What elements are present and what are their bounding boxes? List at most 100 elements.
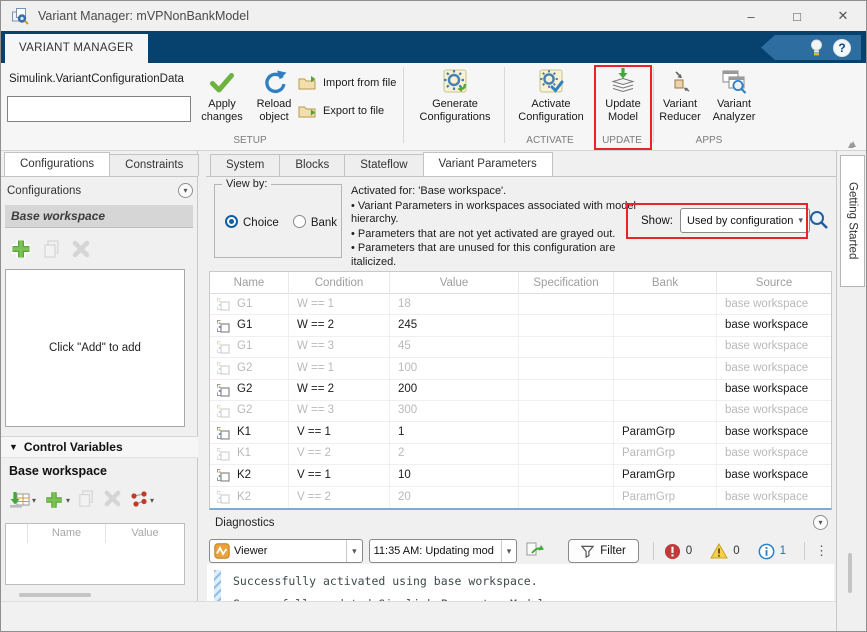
- param-cell-name[interactable]: K1: [210, 422, 289, 442]
- param-table-row[interactable]: K2V == 110ParamGrpbase workspace: [210, 465, 831, 486]
- param-table-row[interactable]: K2V == 220ParamGrpbase workspace: [210, 487, 831, 508]
- col-specification[interactable]: Specification: [519, 272, 614, 294]
- collapse-panel-icon[interactable]: ▲: [846, 140, 856, 151]
- lightbulb-icon[interactable]: [810, 39, 823, 57]
- param-cell-value[interactable]: 1: [390, 422, 519, 442]
- param-cell-specification[interactable]: [519, 358, 614, 378]
- param-cell-specification[interactable]: [519, 315, 614, 335]
- tab-blocks[interactable]: Blocks: [279, 154, 345, 176]
- tab-configurations[interactable]: Configurations: [4, 152, 110, 176]
- control-variables-header[interactable]: ▼ Control Variables: [1, 436, 198, 458]
- param-cell-specification[interactable]: [519, 444, 614, 464]
- info-count-badge[interactable]: 1: [758, 543, 786, 560]
- export-diagnostics-button[interactable]: [525, 541, 544, 561]
- radio-choice[interactable]: Choice: [225, 215, 279, 229]
- param-cell-value[interactable]: 300: [390, 401, 519, 421]
- param-cell-condition[interactable]: W == 1: [289, 358, 390, 378]
- param-cell-bank[interactable]: ParamGrp: [614, 444, 717, 464]
- copy-configuration-button[interactable]: [42, 239, 62, 262]
- add-configuration-button[interactable]: [9, 237, 33, 264]
- param-cell-name[interactable]: G2: [210, 401, 289, 421]
- tab-system[interactable]: System: [210, 154, 280, 176]
- param-cell-value[interactable]: 245: [390, 315, 519, 335]
- param-cell-bank[interactable]: ParamGrp: [614, 422, 717, 442]
- delete-configuration-button[interactable]: [71, 239, 91, 262]
- param-cell-name[interactable]: K2: [210, 465, 289, 485]
- col-condition[interactable]: Condition: [289, 272, 390, 294]
- maximize-button[interactable]: □: [774, 1, 820, 31]
- param-cell-condition[interactable]: W == 2: [289, 315, 390, 335]
- generate-configurations-button[interactable]: Generate Configurations: [407, 65, 503, 137]
- kebab-menu-icon[interactable]: ⋮: [811, 546, 832, 556]
- minimize-button[interactable]: –: [728, 1, 774, 31]
- param-cell-source[interactable]: base workspace: [717, 444, 831, 464]
- activate-configuration-button[interactable]: Activate Configuration: [508, 65, 594, 137]
- param-cell-condition[interactable]: V == 1: [289, 465, 390, 485]
- param-cell-bank[interactable]: [614, 358, 717, 378]
- col-name[interactable]: Name: [210, 272, 289, 294]
- param-cell-value[interactable]: 10: [390, 465, 519, 485]
- warning-count-badge[interactable]: 0: [710, 543, 739, 559]
- param-cell-source[interactable]: base workspace: [717, 422, 831, 442]
- reload-object-button[interactable]: Reload object: [249, 65, 299, 137]
- param-cell-bank[interactable]: [614, 401, 717, 421]
- filter-button[interactable]: Filter: [568, 539, 639, 563]
- param-cell-condition[interactable]: W == 2: [289, 380, 390, 400]
- event-dropdown[interactable]: 11:35 AM: Updating mod ▾: [369, 539, 518, 563]
- configuration-list[interactable]: Click "Add" to add: [5, 269, 185, 427]
- param-cell-name[interactable]: G1: [210, 294, 289, 314]
- configuration-item-base-workspace[interactable]: Base workspace: [5, 205, 193, 228]
- param-cell-specification[interactable]: [519, 337, 614, 357]
- tab-constraints[interactable]: Constraints: [109, 154, 199, 176]
- radio-bank[interactable]: Bank: [293, 215, 337, 229]
- param-cell-value[interactable]: 200: [390, 380, 519, 400]
- param-cell-source[interactable]: base workspace: [717, 337, 831, 357]
- show-dropdown[interactable]: Used by configuration ▾: [680, 208, 810, 233]
- plot-control-variables-button[interactable]: ▾: [129, 490, 154, 510]
- control-variables-table[interactable]: Name Value: [5, 523, 185, 585]
- add-control-variable-button[interactable]: ▾: [43, 489, 70, 511]
- param-cell-name[interactable]: G1: [210, 337, 289, 357]
- variant-analyzer-button[interactable]: Variant Analyzer: [706, 65, 762, 137]
- apply-changes-button[interactable]: Apply changes: [197, 65, 247, 137]
- param-cell-name[interactable]: K2: [210, 487, 289, 508]
- delete-control-variable-button[interactable]: [103, 489, 122, 511]
- param-cell-specification[interactable]: [519, 465, 614, 485]
- param-cell-bank[interactable]: [614, 294, 717, 314]
- variant-reducer-button[interactable]: Variant Reducer: [656, 65, 704, 137]
- param-table-row[interactable]: G1W == 2245base workspace: [210, 315, 831, 336]
- param-cell-source[interactable]: base workspace: [717, 380, 831, 400]
- param-cell-source[interactable]: base workspace: [717, 465, 831, 485]
- tab-variant-parameters[interactable]: Variant Parameters: [423, 152, 553, 176]
- param-table-row[interactable]: G2W == 1100base workspace: [210, 358, 831, 379]
- param-cell-condition[interactable]: V == 2: [289, 444, 390, 464]
- param-cell-name[interactable]: K1: [210, 444, 289, 464]
- param-table-row[interactable]: G1W == 345base workspace: [210, 337, 831, 358]
- viewer-dropdown[interactable]: Viewer ▾: [209, 539, 363, 563]
- export-to-file-button[interactable]: Export to file: [298, 100, 384, 122]
- param-cell-source[interactable]: base workspace: [717, 401, 831, 421]
- param-cell-name[interactable]: G2: [210, 380, 289, 400]
- close-button[interactable]: ✕: [820, 1, 866, 31]
- collapse-diagnostics-icon[interactable]: ▾: [813, 515, 828, 530]
- param-cell-condition[interactable]: W == 1: [289, 294, 390, 314]
- param-cell-bank[interactable]: [614, 315, 717, 335]
- update-model-button[interactable]: Update Model: [598, 65, 648, 137]
- param-table-row[interactable]: K1V == 22ParamGrpbase workspace: [210, 444, 831, 465]
- collapse-configurations-icon[interactable]: ▾: [178, 183, 193, 198]
- import-from-file-button[interactable]: Import from file: [298, 72, 396, 94]
- col-bank[interactable]: Bank: [614, 272, 717, 294]
- param-cell-specification[interactable]: [519, 380, 614, 400]
- col-source[interactable]: Source: [717, 272, 831, 294]
- tab-getting-started[interactable]: Getting Started: [840, 155, 865, 287]
- param-cell-source[interactable]: base workspace: [717, 294, 831, 314]
- col-value[interactable]: Value: [390, 272, 519, 294]
- param-cell-specification[interactable]: [519, 422, 614, 442]
- cv-col-name[interactable]: Name: [28, 524, 106, 543]
- param-cell-bank[interactable]: [614, 380, 717, 400]
- diagnostics-vertical-scrollbar[interactable]: [848, 553, 852, 593]
- param-cell-condition[interactable]: V == 2: [289, 487, 390, 508]
- search-parameters-button[interactable]: [807, 208, 831, 232]
- param-cell-source[interactable]: base workspace: [717, 358, 831, 378]
- param-cell-bank[interactable]: ParamGrp: [614, 487, 717, 508]
